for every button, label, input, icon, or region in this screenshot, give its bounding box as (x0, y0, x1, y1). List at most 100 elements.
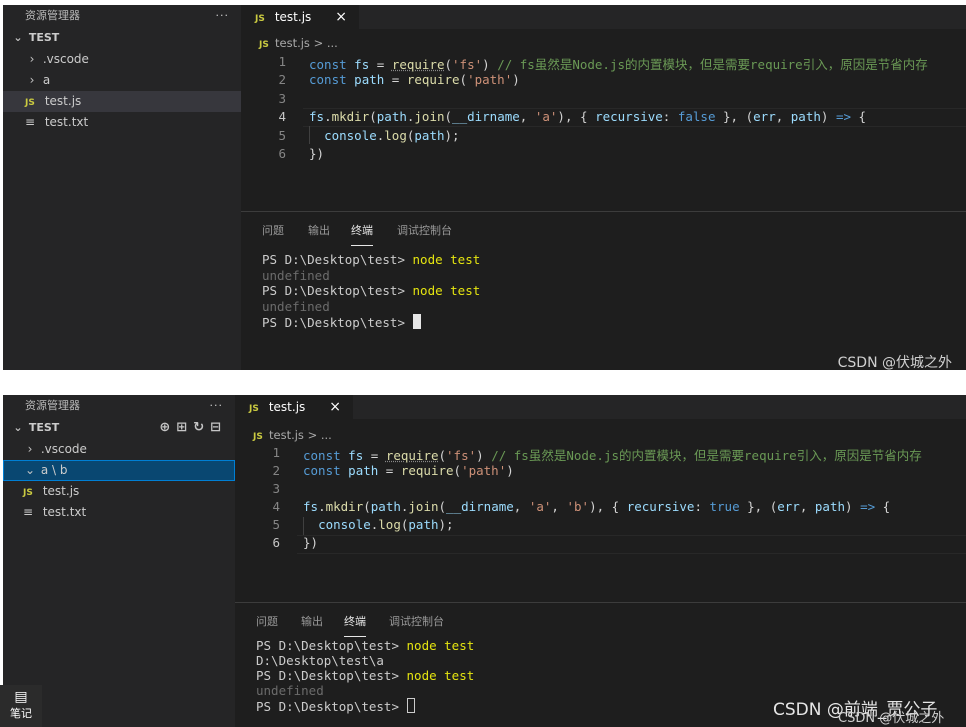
command: node test (412, 252, 481, 267)
tab-test-js[interactable]: JS test.js × (235, 395, 353, 419)
command: node test (406, 638, 475, 653)
terminal-line: PS D:\Desktop\test> node test (256, 638, 474, 653)
close-icon[interactable]: × (329, 395, 341, 419)
screenshot-bottom: 资源管理器 ··· ⌄ TEST ⊕⊞↻⊟ › .vscode ⌄ a \ b … (3, 395, 966, 727)
comment: // fs虽然是Node.js的内置模块，但是需要require引入，原因是节省… (491, 448, 922, 463)
editor-tabbar: JS test.js × (241, 5, 966, 29)
breadcrumb-text: test.js > ... (269, 428, 332, 442)
folder-label: TEST (28, 421, 60, 434)
code-line-4: fs.mkdir(path.join(__dirname, 'a', 'b'),… (303, 499, 890, 514)
prompt: PS D:\Desktop\test> (256, 699, 407, 714)
tab-terminal[interactable]: 终端 (344, 613, 366, 637)
terminal[interactable]: PS D:\Desktop\test> node test undefined … (262, 252, 952, 362)
prompt: PS D:\Desktop\test> (262, 252, 413, 267)
explorer-sidebar: 资源管理器 ··· ⌄ TEST ⊕⊞↻⊟ › .vscode ⌄ a \ b … (3, 395, 235, 727)
token: 'path' (467, 72, 513, 87)
js-file-icon: JS (255, 14, 265, 24)
tree-item-vscode[interactable]: › .vscode (3, 439, 235, 460)
terminal-line: undefined (262, 299, 330, 314)
token: ) (476, 448, 492, 463)
line-number: 4 (278, 109, 286, 124)
tree-item-a[interactable]: › a (3, 70, 241, 91)
terminal-line: PS D:\Desktop\test> (256, 698, 415, 714)
tab-debug-console[interactable]: 调试控制台 (397, 222, 452, 238)
chevron-right-icon: › (27, 442, 33, 456)
token: ( (459, 72, 468, 87)
code-text: fs.mkdir(path.join(__dirname, 'a'), { re… (309, 109, 867, 124)
token: const (303, 448, 341, 463)
code-line-2: const path = require('path') (303, 463, 514, 478)
code-line-5: console.log(path); (309, 128, 460, 143)
tab-output[interactable]: 输出 (301, 613, 323, 629)
editor-tabbar: JS test.js × (235, 395, 966, 419)
tree-item-a-b[interactable]: ⌄ a \ b (3, 460, 235, 481)
close-icon[interactable]: × (335, 5, 347, 29)
code-editor[interactable]: 1 2 3 4 5 6 const fs = require('fs') // … (235, 445, 966, 605)
code-text: }) (303, 535, 319, 550)
line-number: 5 (278, 128, 286, 143)
chevron-down-icon: ⌄ (24, 463, 36, 477)
tree-item-label: .vscode (42, 52, 89, 66)
folder-test[interactable]: ⌄ TEST (3, 27, 241, 49)
prompt: PS D:\Desktop\test> (262, 315, 413, 330)
tree-item-vscode[interactable]: › .vscode (3, 49, 241, 70)
line-number: 6 (272, 535, 280, 550)
tree-item-test-txt[interactable]: ≡ test.txt (3, 112, 241, 133)
token: require (391, 57, 445, 72)
terminal-line: PS D:\Desktop\test> node test (256, 668, 474, 683)
explorer-toolbar: ⊕⊞↻⊟ (159, 417, 227, 439)
token: fs (348, 448, 364, 463)
js-file-icon: JS (25, 98, 35, 108)
tree-item-test-js[interactable]: JS test.js (3, 91, 241, 112)
token: require (385, 448, 439, 463)
prompt: PS D:\Desktop\test> (256, 638, 407, 653)
code-line-5: console.log(path); (303, 517, 454, 532)
token: const (309, 57, 347, 72)
line-number: 2 (278, 72, 286, 87)
more-actions-icon[interactable]: ··· (216, 5, 230, 27)
tree-item-label: .vscode (40, 442, 87, 456)
terminal-line: PS D:\Desktop\test> node test (262, 283, 480, 298)
tree-item-label: test.js (42, 484, 80, 498)
token: = (363, 448, 386, 463)
line-number: 4 (272, 499, 280, 514)
tree-item-test-txt[interactable]: ≡ test.txt (3, 502, 235, 523)
new-folder-icon[interactable]: ⊞ (176, 420, 193, 435)
more-actions-icon[interactable]: ··· (210, 395, 224, 417)
code-line-6: }) (309, 146, 324, 161)
refresh-icon[interactable]: ↻ (193, 420, 210, 435)
folder-test[interactable]: ⌄ TEST ⊕⊞↻⊟ (3, 417, 235, 439)
tab-debug-console[interactable]: 调试控制台 (389, 613, 444, 629)
explorer-header: 资源管理器 ··· (3, 5, 241, 27)
token: = (369, 57, 392, 72)
prompt: PS D:\Desktop\test> (262, 283, 413, 298)
chevron-down-icon: ⌄ (13, 421, 23, 434)
comment: // fs虽然是Node.js的内置模块，但是需要require引入，原因是节省… (497, 57, 928, 72)
tab-label: test.js (274, 10, 312, 24)
token: ) (512, 72, 520, 87)
notes-button[interactable]: ▤ 笔记 (0, 685, 42, 727)
tab-output[interactable]: 输出 (308, 222, 330, 238)
token: ) (506, 463, 514, 478)
js-file-icon: JS (249, 404, 259, 414)
screenshot-top: 资源管理器 ··· ⌄ TEST › .vscode › a JS test.j… (3, 5, 966, 370)
chevron-down-icon: ⌄ (13, 31, 23, 44)
code-editor[interactable]: 1 2 3 4 5 6 const fs = require('fs') // … (241, 53, 966, 213)
breadcrumb-text: test.js > ... (275, 36, 338, 50)
chevron-right-icon: › (29, 52, 35, 66)
tab-terminal[interactable]: 终端 (351, 222, 373, 246)
token: path (348, 463, 379, 478)
collapse-icon[interactable]: ⊟ (210, 420, 227, 435)
token: fs (354, 57, 370, 72)
terminal-line: undefined (256, 683, 324, 698)
tree-item-test-js[interactable]: JS test.js (3, 481, 235, 502)
breadcrumb[interactable]: JS test.js > ... (253, 425, 332, 445)
line-number: 2 (272, 463, 280, 478)
token: 'fs' (452, 57, 483, 72)
tab-problems[interactable]: 问题 (256, 613, 278, 629)
tab-problems[interactable]: 问题 (262, 222, 284, 238)
tab-test-js[interactable]: JS test.js × (241, 5, 359, 29)
new-file-icon[interactable]: ⊕ (159, 420, 176, 435)
js-file-icon: JS (23, 488, 33, 498)
breadcrumb[interactable]: JS test.js > ... (259, 33, 338, 53)
